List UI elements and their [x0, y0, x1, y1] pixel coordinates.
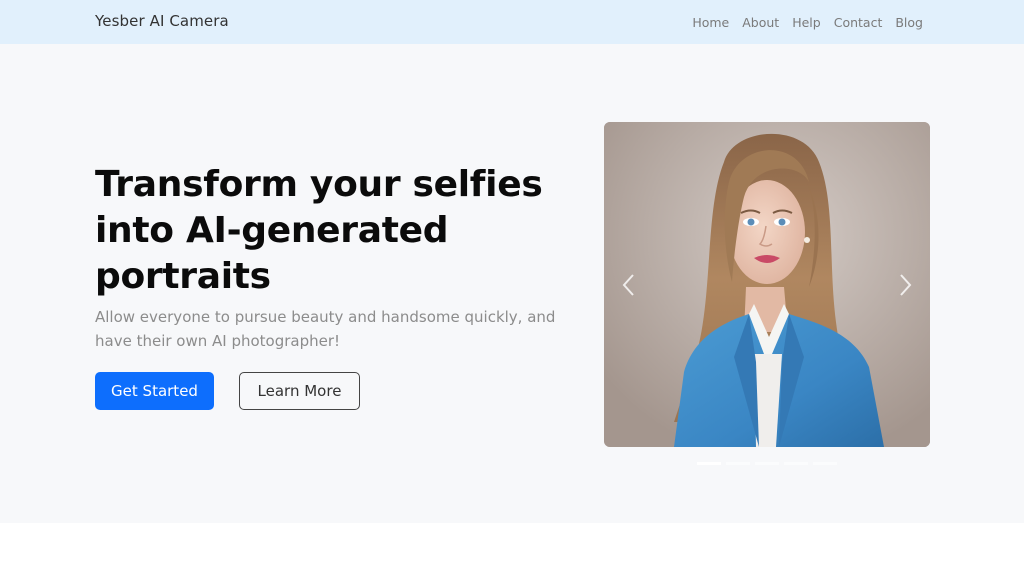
nav-link-contact[interactable]: Contact — [834, 15, 883, 30]
nav-link-help[interactable]: Help — [792, 15, 821, 30]
carousel-indicator[interactable] — [697, 462, 721, 465]
carousel-indicators — [697, 462, 837, 465]
chevron-left-icon — [622, 274, 634, 296]
nav-link-home[interactable]: Home — [692, 15, 729, 30]
carousel-indicator[interactable] — [813, 462, 837, 465]
get-started-button[interactable]: Get Started — [95, 372, 214, 410]
chevron-right-icon — [900, 274, 912, 296]
portrait-carousel — [604, 122, 930, 447]
carousel-indicator[interactable] — [755, 462, 779, 465]
carousel-prev-button[interactable] — [614, 267, 644, 303]
navbar: Yesber AI Camera Home About Help Contact… — [0, 0, 1024, 44]
carousel-indicator[interactable] — [726, 462, 750, 465]
nav-link-blog[interactable]: Blog — [895, 15, 923, 30]
nav-link-about[interactable]: About — [742, 15, 779, 30]
hero-subtitle: Allow everyone to pursue beauty and hand… — [95, 308, 556, 350]
carousel-indicator[interactable] — [784, 462, 808, 465]
portrait-image — [604, 122, 930, 447]
hero-section: Transform your selfies into AI-generated… — [0, 44, 1024, 523]
nav-links: Home About Help Contact Blog — [692, 15, 923, 30]
carousel-next-button[interactable] — [890, 267, 920, 303]
hero-title: Transform your selfies into AI-generated… — [95, 164, 543, 297]
brand-link[interactable]: Yesber AI Camera — [95, 12, 229, 30]
learn-more-button[interactable]: Learn More — [239, 372, 360, 410]
